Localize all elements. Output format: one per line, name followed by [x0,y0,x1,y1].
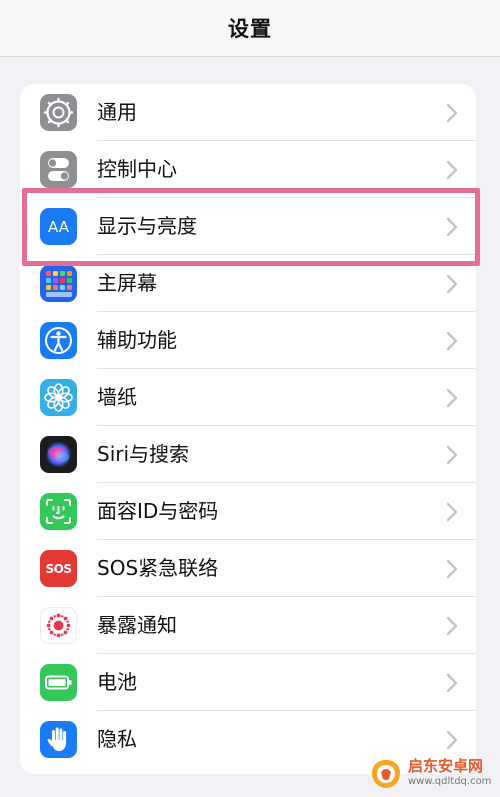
chevron-right-icon [446,616,458,636]
settings-item-label: 电池 [97,670,137,694]
settings-item-label: 暴露通知 [97,613,177,637]
settings-item-general[interactable]: 通用 [20,84,476,141]
settings-item-label: 墙纸 [97,385,137,409]
chevron-right-icon [446,388,458,408]
watermark-brand: 启东安卓网 [408,757,484,775]
site-watermark: 启东安卓网 www.qdltdq.com [368,757,494,791]
chevron-right-icon [446,274,458,294]
chevron-right-icon [446,559,458,579]
settings-item-face-id-passcode[interactable]: 面容ID与密码 [20,483,476,540]
home-screen-grid-icon [40,265,77,302]
settings-item-emergency-sos[interactable]: SOS SOS紧急联络 [20,540,476,597]
chevron-right-icon [446,217,458,237]
siri-icon [40,436,77,473]
accessibility-icon [40,322,77,359]
svg-text:AA: AA [48,218,70,236]
navigation-bar: 设置 [0,0,500,57]
settings-item-exposure-notifications[interactable]: 暴露通知 [20,597,476,654]
settings-item-label: 隐私 [97,727,137,751]
chevron-right-icon [446,445,458,465]
settings-item-wallpaper[interactable]: 墙纸 [20,369,476,426]
settings-item-label: 显示与亮度 [97,214,197,238]
settings-item-label: 面容ID与密码 [97,499,219,523]
settings-item-label: 主屏幕 [97,271,157,295]
settings-item-siri-search[interactable]: Siri与搜索 [20,426,476,483]
settings-item-home-screen[interactable]: 主屏幕 [20,255,476,312]
battery-icon [40,664,77,701]
settings-item-display-brightness[interactable]: AA 显示与亮度 [20,198,476,255]
settings-item-label: 通用 [97,100,137,124]
settings-item-control-center[interactable]: 控制中心 [20,141,476,198]
chevron-right-icon [446,730,458,750]
settings-item-label: 控制中心 [97,157,177,181]
sos-icon: SOS [40,550,77,587]
settings-item-label: 辅助功能 [97,328,177,352]
face-id-icon [40,493,77,530]
settings-list: 通用 控制中心 AA 显示与亮度 主屏幕 辅助功能 墙纸 Siri与搜索 面容I… [20,84,476,774]
chevron-right-icon [446,502,458,522]
toggle-switches-icon [40,151,77,188]
display-aa-icon: AA [40,208,77,245]
settings-item-accessibility[interactable]: 辅助功能 [20,312,476,369]
privacy-hand-icon [40,721,77,758]
sos-icon-text: SOS [45,561,73,576]
settings-item-label: Siri与搜索 [97,442,190,466]
chevron-right-icon [446,160,458,180]
gear-icon [40,94,77,131]
settings-item-label: SOS紧急联络 [97,556,219,580]
exposure-notification-icon [40,607,77,644]
watermark-url: www.qdltdq.com [408,776,492,787]
settings-item-battery[interactable]: 电池 [20,654,476,711]
chevron-right-icon [446,673,458,693]
chevron-right-icon [446,331,458,351]
wallpaper-flower-icon [40,379,77,416]
watermark-logo-icon [372,760,400,788]
page-title: 设置 [228,17,272,41]
chevron-right-icon [446,103,458,123]
